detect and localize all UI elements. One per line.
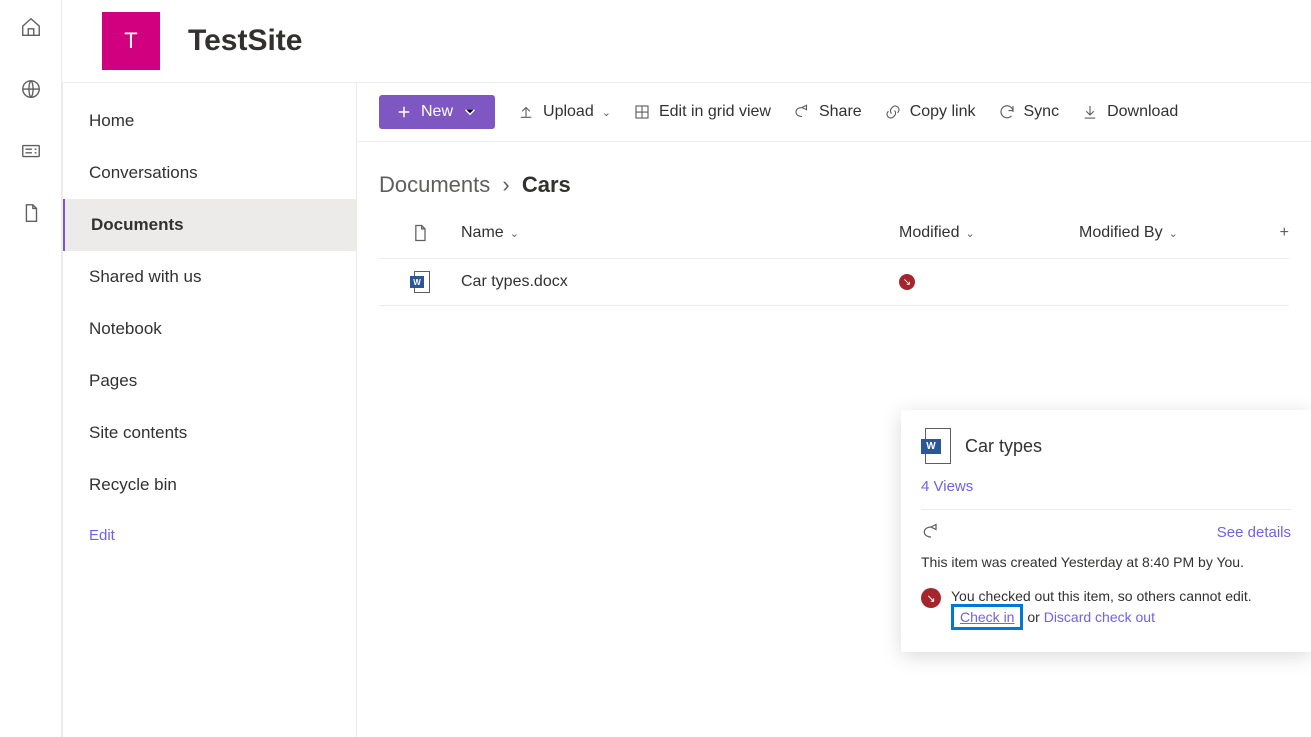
share-icon[interactable] [921, 522, 941, 542]
rail-news-icon[interactable] [18, 138, 44, 164]
nav-sitecontents[interactable]: Site contents [63, 407, 356, 459]
checkout-indicator-icon: ↘ [899, 274, 915, 290]
chevron-down-icon: ⌄ [510, 227, 519, 240]
app-rail [0, 0, 62, 737]
column-modifiedby[interactable]: Modified By⌄ [1079, 224, 1259, 242]
file-list: Name⌄ Modified⌄ Modified By⌄ + [357, 208, 1311, 306]
copylink-button[interactable]: Copy link [884, 103, 976, 121]
download-button[interactable]: Download [1081, 103, 1178, 121]
site-title: TestSite [188, 24, 302, 58]
checkin-link[interactable]: Check in [960, 609, 1014, 625]
chevron-down-icon [461, 103, 479, 121]
nav-conversations[interactable]: Conversations [63, 147, 356, 199]
rail-home-icon[interactable] [18, 14, 44, 40]
command-bar: New Upload ⌄ Edit in grid view Sha [357, 83, 1311, 142]
sync-button[interactable]: Sync [998, 103, 1060, 121]
discard-checkout-link[interactable]: Discard check out [1044, 609, 1155, 625]
breadcrumb-root[interactable]: Documents [379, 172, 490, 197]
card-title: Car types [965, 436, 1042, 457]
site-nav: Home Conversations Documents Shared with… [62, 83, 357, 737]
nav-notebook[interactable]: Notebook [63, 303, 356, 355]
checkout-status-icon: ↘ [921, 588, 941, 608]
see-details-link[interactable]: See details [1217, 524, 1291, 541]
file-hover-card: W Car types 4 Views See details This ite… [901, 410, 1311, 652]
word-doc-icon: W [921, 428, 951, 464]
upload-button[interactable]: Upload ⌄ [517, 103, 611, 121]
share-button[interactable]: Share [793, 103, 862, 121]
nav-home[interactable]: Home [63, 95, 356, 147]
file-name[interactable]: Car types.docx [461, 273, 568, 291]
card-created-text: This item was created Yesterday at 8:40 … [921, 554, 1291, 570]
grid-view-button[interactable]: Edit in grid view [633, 103, 771, 121]
word-doc-icon: W [410, 271, 430, 293]
list-header: Name⌄ Modified⌄ Modified By⌄ + [379, 208, 1289, 259]
nav-recyclebin[interactable]: Recycle bin [63, 459, 356, 511]
checkout-message: You checked out this item, so others can… [951, 588, 1252, 604]
card-views[interactable]: 4 Views [921, 478, 1291, 495]
nav-documents[interactable]: Documents [63, 199, 356, 251]
site-header: T TestSite [62, 0, 1311, 82]
breadcrumb: Documents › Cars [357, 142, 1311, 208]
new-button[interactable]: New [379, 95, 495, 129]
chevron-down-icon: ⌄ [602, 106, 611, 119]
table-row[interactable]: W Car types.docx ↘ [379, 259, 1289, 306]
new-button-label: New [421, 103, 453, 121]
column-modified[interactable]: Modified⌄ [899, 224, 1079, 242]
chevron-down-icon: ⌄ [965, 227, 974, 240]
column-name[interactable]: Name⌄ [461, 224, 899, 242]
breadcrumb-leaf: Cars [522, 172, 571, 197]
chevron-down-icon: ⌄ [1169, 227, 1178, 240]
rail-file-icon[interactable] [18, 200, 44, 226]
nav-shared[interactable]: Shared with us [63, 251, 356, 303]
nav-edit-link[interactable]: Edit [63, 511, 356, 560]
rail-globe-icon[interactable] [18, 76, 44, 102]
add-column-button[interactable]: + [1259, 224, 1289, 242]
file-type-header-icon[interactable] [410, 222, 430, 244]
site-logo[interactable]: T [102, 12, 160, 70]
nav-pages[interactable]: Pages [63, 355, 356, 407]
